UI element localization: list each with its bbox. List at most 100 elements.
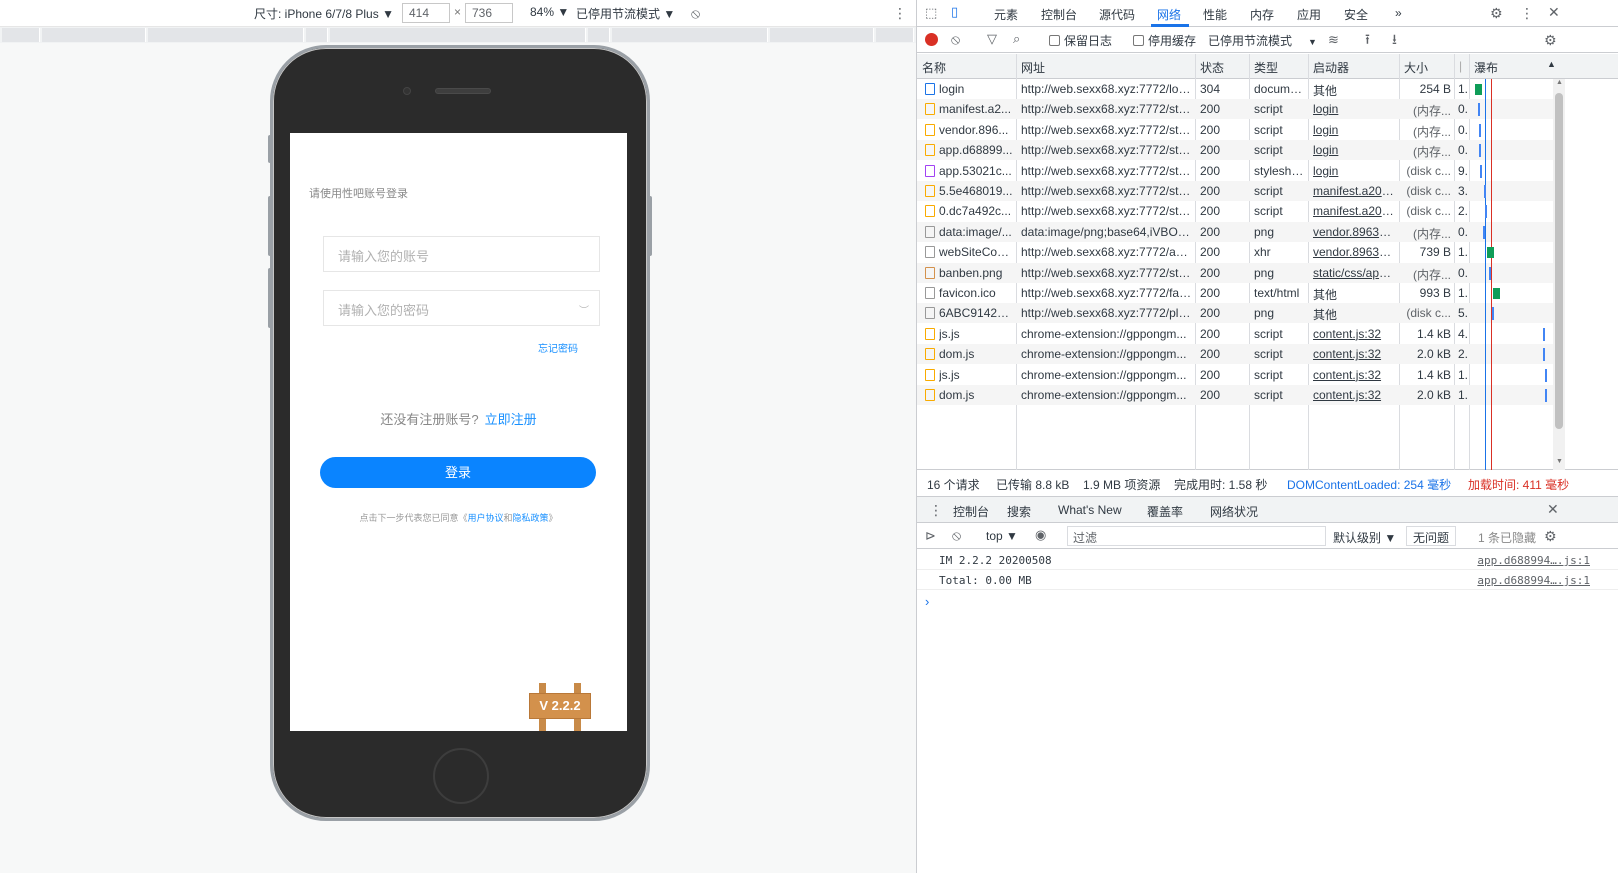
col-initiator[interactable]: 启动器 (1313, 59, 1349, 76)
customize-menu-icon[interactable]: ⋮ (1520, 6, 1534, 20)
col-name[interactable]: 名称 (922, 59, 946, 76)
drawer-tab-whats-new[interactable]: What's New (1058, 503, 1122, 517)
col-status[interactable]: 状态 (1200, 59, 1224, 76)
search-icon[interactable]: ⌕ (1013, 32, 1020, 46)
col-time[interactable]: | (1459, 59, 1462, 73)
table-row[interactable]: 0.dc7a492c... http://web.sexx68.xyz:7772/… (917, 201, 1553, 221)
tab-elements[interactable]: 元素 (994, 6, 1018, 23)
privacy-policy-link[interactable]: 隐私政策 (513, 513, 549, 523)
more-tabs-button[interactable]: » (1395, 6, 1402, 20)
table-row[interactable]: vendor.896... http://web.sexx68.xyz:7772/… (917, 120, 1553, 140)
drawer-tab-search[interactable]: 搜索 (1007, 503, 1031, 520)
close-drawer-icon[interactable]: ✕ (1547, 502, 1559, 516)
table-row[interactable]: data:image/... data:image/png;base64,iVBO… (917, 221, 1553, 242)
tab-performance[interactable]: 性能 (1203, 6, 1227, 23)
import-har-icon[interactable]: ⭱ (1365, 32, 1370, 46)
tab-network[interactable]: 网络 (1157, 6, 1181, 23)
sort-up-icon[interactable]: ▲ (1547, 59, 1556, 69)
scroll-down-icon[interactable]: ▼ (1556, 458, 1563, 465)
issues-button[interactable]: 无问题 (1406, 526, 1457, 546)
network-settings-icon[interactable]: ⚙ (1544, 33, 1557, 47)
table-row[interactable]: favicon.ico http://web.sexx68.xyz:7772/fa… (917, 283, 1553, 303)
tab-console[interactable]: 控制台 (1041, 6, 1077, 23)
height-input[interactable]: 736 (465, 3, 513, 23)
cell-initiator[interactable]: content.js:32 (1313, 327, 1395, 341)
inspect-element-icon[interactable]: ⬚ (925, 6, 937, 20)
context-select[interactable]: top ▼ (986, 529, 1018, 543)
log-source-link[interactable]: app.d688994….js:1 (1477, 554, 1590, 567)
table-row[interactable]: dom.js chrome-extension://gppongm... 200 sc… (917, 344, 1553, 365)
device-select[interactable]: 尺寸: iPhone 6/7/8 Plus ▼ (254, 5, 394, 22)
width-input[interactable]: 414 (402, 3, 450, 23)
cell-initiator[interactable]: content.js:32 (1313, 388, 1395, 402)
drawer-menu-icon[interactable]: ⋮ (929, 503, 943, 517)
filter-icon[interactable]: ▽ (987, 32, 997, 46)
table-scrollbar[interactable]: ▲ ▼ (1553, 79, 1565, 470)
drawer-tab-console[interactable]: 控制台 (953, 503, 989, 520)
col-size[interactable]: 大小 (1404, 59, 1428, 76)
log-levels-select[interactable]: 默认级别 ▼ (1333, 529, 1396, 546)
clear-icon[interactable]: ⦸ (951, 32, 960, 46)
drawer-tab-network-conditions[interactable]: 网络状况 (1210, 503, 1258, 520)
close-devtools-icon[interactable]: ✕ (1548, 5, 1560, 19)
log-source-link[interactable]: app.d688994….js:1 (1477, 574, 1590, 587)
cell-initiator[interactable]: static/css/app... (1313, 266, 1395, 280)
record-icon[interactable] (925, 33, 938, 46)
cell-initiator[interactable]: login (1313, 164, 1395, 178)
password-input[interactable]: 请输入您的密码 ︶ (323, 290, 600, 326)
cell-initiator[interactable]: manifest.a20c... (1313, 184, 1395, 198)
col-type[interactable]: 类型 (1254, 59, 1278, 76)
table-row[interactable]: 5.5e468019... http://web.sexx68.xyz:7772/… (917, 181, 1553, 201)
network-throttle-select[interactable]: 已停用节流模式 ▼ (1208, 32, 1317, 49)
col-waterfall[interactable]: 瀑布 (1474, 59, 1498, 76)
console-prompt[interactable]: › (925, 594, 929, 609)
scrollbar-thumb[interactable] (1555, 93, 1563, 429)
console-clear-icon[interactable]: ⦸ (952, 528, 961, 542)
settings-gear-icon[interactable]: ⚙ (1490, 6, 1503, 20)
drawer-tab-coverage[interactable]: 覆盖率 (1147, 503, 1183, 520)
eye-closed-icon[interactable]: ︶ (579, 302, 589, 317)
col-url[interactable]: 网址 (1021, 59, 1045, 76)
table-row[interactable]: dom.js chrome-extension://gppongm... 200 sc… (917, 385, 1553, 405)
eye-icon[interactable]: ◉ (1035, 528, 1046, 542)
zoom-select[interactable]: 84% ▼ (530, 5, 569, 19)
throttle-select[interactable]: 已停用节流模式 ▼ (576, 5, 675, 22)
cell-initiator[interactable]: content.js:32 (1313, 347, 1395, 361)
cell-initiator[interactable]: vendor.89634... (1313, 225, 1395, 239)
table-row[interactable]: js.js chrome-extension://gppongm... 200 scr… (917, 365, 1553, 385)
table-row[interactable]: app.d68899... http://web.sexx68.xyz:7772/… (917, 140, 1553, 161)
table-row[interactable]: 6ABC91427... http://web.sexx68.xyz:7772/p… (917, 303, 1553, 324)
more-options-icon[interactable]: ⋮ (893, 6, 907, 20)
tab-sources[interactable]: 源代码 (1099, 6, 1135, 23)
table-row[interactable]: webSiteCon... http://web.sexx68.xyz:7772/… (917, 242, 1553, 262)
console-filter-input[interactable]: 过滤 (1067, 526, 1326, 546)
tab-application[interactable]: 应用 (1297, 6, 1321, 23)
table-row[interactable]: manifest.a2... http://web.sexx68.xyz:7772… (917, 99, 1553, 120)
device-toggle-icon[interactable]: ▯ (951, 5, 958, 19)
export-har-icon[interactable]: ⭳ (1392, 32, 1397, 46)
register-link[interactable]: 立即注册 (485, 412, 537, 427)
cell-initiator[interactable]: content.js:32 (1313, 368, 1395, 382)
network-conditions-icon[interactable]: ≋ (1328, 33, 1339, 47)
cell-initiator[interactable]: login (1313, 143, 1395, 157)
tab-memory[interactable]: 内存 (1250, 6, 1274, 23)
preserve-log-checkbox[interactable]: 保留日志 (1049, 32, 1112, 49)
account-input[interactable]: 请输入您的账号 (323, 236, 600, 272)
table-row[interactable]: login http://web.sexx68.xyz:7772/login 304… (917, 79, 1553, 99)
rotate-icon[interactable]: ⦸ (691, 6, 700, 20)
cell-initiator[interactable]: manifest.a20c... (1313, 204, 1395, 218)
tab-security[interactable]: 安全 (1344, 6, 1368, 23)
table-row[interactable]: js.js chrome-extension://gppongm... 200 scr… (917, 324, 1553, 344)
login-button[interactable]: 登录 (320, 457, 596, 488)
sidebar-toggle-icon[interactable]: ⊳ (925, 529, 936, 543)
table-row[interactable]: banben.png http://web.sexx68.xyz:7772/sta… (917, 262, 1553, 283)
console-settings-icon[interactable]: ⚙ (1544, 529, 1557, 543)
forgot-password-link[interactable]: 忘记密码 (538, 340, 578, 355)
table-row[interactable]: app.53021c... http://web.sexx68.xyz:7772/… (917, 161, 1553, 181)
user-agreement-link[interactable]: 用户协议 (467, 513, 503, 523)
cell-initiator[interactable]: vendor.89634... (1313, 245, 1395, 259)
scroll-up-icon[interactable]: ▲ (1556, 79, 1563, 86)
disable-cache-checkbox[interactable]: 停用缓存 (1133, 32, 1196, 49)
cell-initiator[interactable]: login (1313, 123, 1395, 137)
cell-initiator[interactable]: login (1313, 102, 1395, 116)
